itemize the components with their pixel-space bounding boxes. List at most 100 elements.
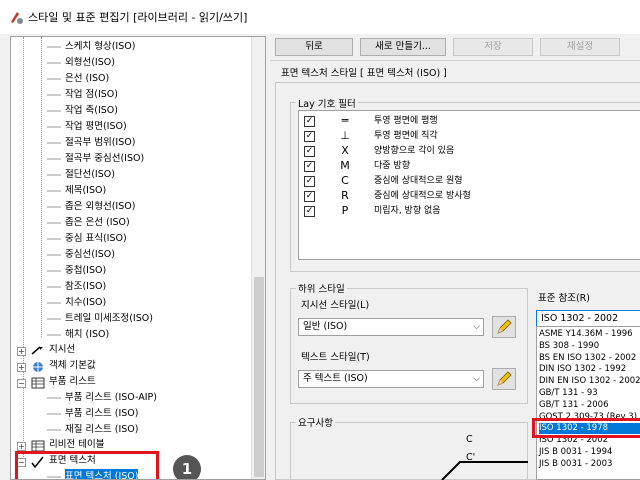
standard-ref-option[interactable]: JIS B 0031 - 1994	[539, 447, 612, 458]
leader-style-select[interactable]: 일반 (ISO) ⌵	[298, 318, 484, 336]
edit-text-style-button[interactable]	[492, 368, 516, 390]
tree-item-style[interactable]: 중첩(ISO)	[11, 263, 251, 279]
tree-item-style[interactable]: 치수(ISO)	[11, 295, 251, 311]
standard-ref-dropdown[interactable]: ASME Y14.36M - 1996 BS 308 - 1990 BS EN IS…	[536, 326, 640, 480]
lay-symbol: X	[341, 144, 349, 157]
tree-scrollbar-thumb[interactable]	[254, 277, 264, 477]
lay-filter-text: 중심에 상대적으로 원형	[374, 176, 463, 186]
toolbar-divider	[270, 60, 640, 61]
tree-item-label: 재질 리스트 (ISO)	[65, 424, 139, 435]
tree-item-style[interactable]: 스케치 형상(ISO)	[11, 39, 251, 55]
lay-filter-row[interactable]: ✓ R 중심에 상대적으로 방사형	[299, 190, 640, 203]
tree-item-style[interactable]: 참조(ISO)	[11, 279, 251, 295]
lay-filter-checkbox[interactable]: ✓	[304, 131, 315, 142]
lay-filter-row[interactable]: ✓ M 다중 방향	[299, 160, 640, 173]
lay-filter-checkbox[interactable]: ✓	[304, 146, 315, 157]
globe-icon	[31, 361, 45, 372]
tree-item-label: 트레일 미세조정(ISO)	[65, 313, 153, 324]
standard-ref-option[interactable]: ASME Y14.36M - 1996	[539, 329, 633, 340]
lay-filter-text: 다중 방향	[374, 161, 410, 171]
tree-item-style[interactable]: 작업 축(ISO)	[11, 103, 251, 119]
standard-ref-option[interactable]: DIN EN ISO 1302 - 2002	[539, 376, 640, 387]
standard-ref-option[interactable]: JIS B 0031 - 2003	[539, 459, 612, 470]
tree-item-parts-list-style[interactable]: 부품 리스트 (ISO-AIP)	[11, 390, 251, 406]
line-style-icon	[47, 314, 61, 324]
reset-button[interactable]: 재설정	[540, 38, 620, 56]
back-button[interactable]: 뒤로	[275, 38, 353, 56]
tree-item-style[interactable]: 작업 평면(ISO)	[11, 119, 251, 135]
tree-item-label: 은선 (ISO)	[65, 73, 110, 84]
line-style-icon	[47, 58, 61, 68]
leader-style-value: 일반 (ISO)	[303, 321, 348, 332]
lay-filter-checkbox[interactable]: ✓	[304, 161, 315, 172]
tree-item-label: 참조(ISO)	[65, 281, 107, 292]
tree-item-style[interactable]: 절곡부 범위(ISO)	[11, 135, 251, 151]
standard-ref-option[interactable]: BS EN ISO 1302 - 2002	[539, 353, 636, 364]
lay-filter-list[interactable]: ✓ ═ 투영 평면에 평행 ✓ ⊥ 투영 평면에 직각 ✓ X 양방향으로 각이 있음 ✓ M 다중 …	[298, 110, 640, 260]
line-style-icon	[47, 106, 61, 116]
tree-item-style[interactable]: 은선 (ISO)	[11, 71, 251, 87]
style-tree[interactable]: 스케치 형상(ISO) 외형선(ISO) 은선 (ISO) 작업 점(ISO) 작업 축…	[10, 36, 266, 480]
edit-leader-style-button[interactable]	[492, 316, 516, 338]
lay-filter-row[interactable]: ✓ ═ 투영 평면에 평행	[299, 115, 640, 128]
line-style-icon	[47, 282, 61, 292]
standard-ref-option[interactable]: GB/T 131 - 2006	[539, 400, 609, 411]
lay-filter-row[interactable]: ✓ P 미립자, 방향 없음	[299, 205, 640, 218]
lay-filter-checkbox[interactable]: ✓	[304, 116, 315, 127]
lay-filter-text: 미립자, 방향 없음	[374, 206, 441, 216]
line-style-icon	[47, 330, 61, 340]
tree-item-style[interactable]: 제목(ISO)	[11, 183, 251, 199]
line-style-icon	[47, 90, 61, 100]
lay-symbol: C	[341, 174, 349, 187]
standard-ref-option[interactable]: DIN ISO 1302 - 1992	[539, 364, 626, 375]
lay-filter-row[interactable]: ✓ C 중심에 상대적으로 원형	[299, 175, 640, 188]
tree-item-style[interactable]: 좁은 은선 (ISO)	[11, 215, 251, 231]
lay-filter-checkbox[interactable]: ✓	[304, 191, 315, 202]
tree-item-label: 부품 리스트	[49, 376, 96, 387]
tree-item-parts-list-style[interactable]: 재질 리스트 (ISO)	[11, 422, 251, 438]
standard-ref-label: 표준 참조(R)	[538, 293, 590, 304]
tree-item-object-defaults[interactable]: 객체 기본값	[11, 358, 251, 374]
tree-item-style[interactable]: 트레일 미세조정(ISO)	[11, 311, 251, 327]
tree-item-label: 절단선(ISO)	[65, 169, 115, 180]
tree-item-style[interactable]: 중심선(ISO)	[11, 247, 251, 263]
chevron-down-icon: ⌵	[473, 322, 480, 332]
line-style-icon	[47, 74, 61, 84]
highlight-standard-option	[532, 418, 640, 438]
tree-item-parts-list[interactable]: 부품 리스트	[11, 374, 251, 390]
tree-item-label: 지시선	[49, 344, 76, 355]
pencil-icon	[497, 319, 512, 334]
tree-item-style[interactable]: 좁은 외형선(ISO)	[11, 199, 251, 215]
standard-ref-option[interactable]: GB/T 131 - 93	[539, 388, 598, 399]
lay-filter-row[interactable]: ✓ ⊥ 투영 평면에 직각	[299, 130, 640, 143]
lay-filter-row[interactable]: ✓ X 양방향으로 각이 있음	[299, 145, 640, 158]
lay-filter-checkbox[interactable]: ✓	[304, 206, 315, 217]
requirements-title: 요구사항	[296, 415, 335, 429]
lay-symbol: R	[341, 189, 349, 202]
tree-item-style[interactable]: 절곡부 중심선(ISO)	[11, 151, 251, 167]
tree-item-label: 절곡부 중심선(ISO)	[65, 153, 145, 164]
leader-style-label: 지시선 스타일(L)	[301, 300, 370, 311]
table-icon	[31, 377, 45, 389]
tree-scrollbar[interactable]	[251, 37, 265, 479]
tree-item-style[interactable]: 절단선(ISO)	[11, 167, 251, 183]
tree-item-label: 작업 평면(ISO)	[65, 121, 127, 132]
standard-ref-value: ISO 1302 - 2002	[541, 313, 619, 324]
tree-item-leader[interactable]: 지시선	[11, 342, 251, 358]
tree-item-parts-list-style[interactable]: 부품 리스트 (ISO)	[11, 406, 251, 422]
line-style-icon	[47, 250, 61, 260]
line-style-icon	[47, 409, 61, 419]
standard-ref-option[interactable]: BS 308 - 1990	[539, 341, 599, 352]
line-style-icon	[47, 234, 61, 244]
new-button[interactable]: 새로 만들기...	[360, 38, 446, 56]
tree-item-style[interactable]: 작업 점(ISO)	[11, 87, 251, 103]
tree-item-style[interactable]: 중심 표식(ISO)	[11, 231, 251, 247]
lay-filter-checkbox[interactable]: ✓	[304, 176, 315, 187]
text-style-select[interactable]: 주 텍스트 (ISO) ⌵	[298, 370, 484, 388]
tree-item-style[interactable]: 외형선(ISO)	[11, 55, 251, 71]
save-button[interactable]: 저장	[453, 38, 533, 56]
lay-filter-title: Lay 기호 필터	[296, 96, 358, 110]
tree-item-label: 중심 표식(ISO)	[65, 233, 127, 244]
title-bar: 스타일 및 표준 편집기 [라이브러리 - 읽기/쓰기]	[0, 0, 640, 34]
tree-item-style[interactable]: 해치 (ISO)	[11, 327, 251, 343]
